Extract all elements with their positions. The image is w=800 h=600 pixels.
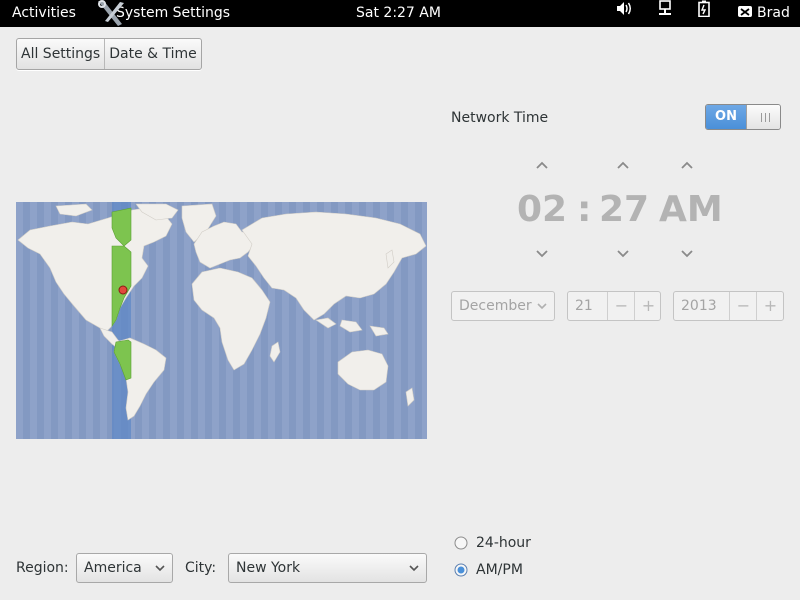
chevron-down-icon	[409, 565, 419, 572]
day-spinbutton[interactable]: 21 − +	[567, 291, 661, 321]
breadcrumb-date-time[interactable]: Date & Time	[104, 39, 201, 69]
radio-unchecked-icon[interactable]	[454, 536, 468, 550]
user-icon	[738, 5, 752, 17]
region-label: Region:	[16, 560, 69, 576]
city-value: New York	[236, 560, 301, 576]
hour-value: 02	[517, 189, 568, 230]
day-increment-button[interactable]: +	[634, 292, 662, 320]
year-decrement-button[interactable]: −	[729, 292, 757, 320]
network-icon[interactable]	[658, 0, 672, 27]
clock[interactable]: Sat 2:27 AM	[356, 0, 441, 27]
network-time-switch[interactable]: ON	[705, 104, 781, 130]
year-increment-button[interactable]: +	[756, 292, 784, 320]
city-marker	[118, 285, 128, 295]
battery-icon[interactable]	[697, 0, 711, 27]
year-value: 2013	[681, 298, 717, 314]
settings-tools-icon	[98, 0, 124, 26]
minute-value: 27	[599, 189, 650, 230]
city-label: City:	[185, 560, 217, 576]
breadcrumb-all-settings[interactable]: All Settings	[17, 39, 104, 69]
radio-label-24-hour: 24-hour	[476, 535, 531, 551]
user-name: Brad	[757, 5, 790, 21]
month-combo[interactable]: December	[451, 291, 555, 321]
year-spinbutton[interactable]: 2013 − +	[673, 291, 784, 321]
user-menu[interactable]: Brad	[737, 0, 790, 27]
ampm-value: AM	[659, 189, 723, 230]
switch-knob[interactable]	[746, 105, 780, 129]
radio-label-am-pm: AM/PM	[476, 562, 523, 578]
time-separator: :	[577, 189, 592, 230]
day-decrement-button[interactable]: −	[607, 292, 635, 320]
region-value: America	[84, 560, 142, 576]
breadcrumb: All Settings Date & Time	[16, 38, 202, 70]
month-value: December	[459, 298, 532, 314]
app-name-label: System Settings	[116, 5, 231, 21]
minute-down-chevron-icon[interactable]	[616, 249, 630, 259]
volume-icon[interactable]	[616, 0, 634, 27]
chevron-down-icon	[155, 565, 165, 572]
radio-checked-icon[interactable]	[454, 563, 468, 577]
chevron-down-icon	[537, 303, 547, 310]
minute-up-chevron-icon[interactable]	[616, 160, 630, 170]
hour-up-chevron-icon[interactable]	[535, 160, 549, 170]
timezone-map[interactable]	[16, 202, 427, 439]
switch-on-label: ON	[706, 105, 746, 129]
region-combo[interactable]: America	[76, 553, 173, 583]
top-bar: Activities System Settings Sat 2:27 AM B…	[0, 0, 800, 27]
hour-down-chevron-icon[interactable]	[535, 249, 549, 259]
ampm-down-chevron-icon[interactable]	[680, 249, 694, 259]
network-time-label: Network Time	[451, 110, 549, 126]
day-value: 21	[575, 298, 593, 314]
city-combo[interactable]: New York	[228, 553, 427, 583]
app-menu[interactable]: System Settings	[96, 0, 230, 27]
activities-button[interactable]: Activities	[12, 0, 76, 27]
ampm-up-chevron-icon[interactable]	[680, 160, 694, 170]
